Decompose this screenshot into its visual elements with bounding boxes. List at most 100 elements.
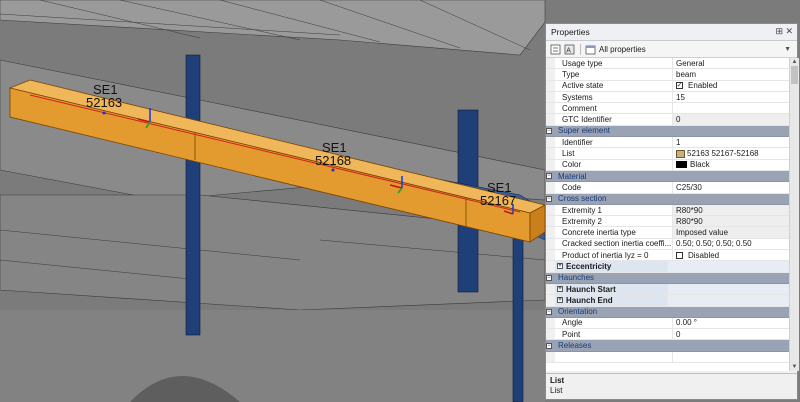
property-value[interactable]: R80*90 <box>673 216 789 227</box>
property-name <box>555 351 673 363</box>
property-value[interactable]: beam <box>673 69 789 79</box>
property-subgroup-row[interactable]: + Haunch End <box>546 295 789 307</box>
properties-panel: Properties ⊞ ✕ A All properties ▼ Usage … <box>545 23 799 400</box>
property-name: + Eccentricity <box>555 261 668 272</box>
collapse-icon[interactable]: − <box>546 195 552 202</box>
property-row[interactable]: Color Black <box>546 159 789 171</box>
property-row[interactable] <box>546 351 789 364</box>
beam-node-2[interactable] <box>331 168 335 172</box>
collapse-icon[interactable]: − <box>546 342 552 349</box>
property-name: Type <box>555 69 673 80</box>
property-group-header[interactable]: − Cross section <box>546 193 789 205</box>
property-value-text: General <box>676 58 705 68</box>
collapse-icon[interactable]: − <box>546 173 552 180</box>
property-row[interactable]: Active state ✓ Enabled <box>546 80 789 92</box>
chevron-down-icon[interactable]: ▼ <box>784 46 791 53</box>
checkbox-unchecked-icon[interactable] <box>676 251 683 259</box>
color-swatch <box>676 161 687 169</box>
property-row[interactable]: GTC Identifier 0 <box>546 114 789 126</box>
property-group-header[interactable]: − Haunches <box>546 272 789 284</box>
property-name: Angle <box>555 317 673 329</box>
property-group-header[interactable]: − Orientation <box>546 306 789 318</box>
collapse-icon[interactable]: − <box>546 308 552 315</box>
property-group-header[interactable]: − Releases <box>546 340 789 352</box>
expand-icon[interactable]: + <box>557 263 563 270</box>
group-title: Cross section <box>558 194 607 204</box>
property-value[interactable] <box>673 103 789 113</box>
description-pane: List List <box>546 373 797 399</box>
property-subgroup-row[interactable]: + Eccentricity <box>546 261 789 273</box>
property-row[interactable]: Product of inertia Iyz = 0 Disabled <box>546 250 789 262</box>
group-title: Orientation <box>558 307 598 317</box>
property-grid-scrollbar[interactable]: ▲ ▼ <box>789 58 799 371</box>
alphabetical-view-icon[interactable]: A <box>564 44 575 55</box>
pin-icon[interactable]: ⊞ <box>775 26 783 37</box>
property-group-header[interactable]: − Super element <box>546 125 789 138</box>
beam-node-1[interactable] <box>102 111 106 115</box>
column-1[interactable] <box>185 54 201 336</box>
list-icon[interactable] <box>676 149 685 158</box>
property-name: Code <box>555 182 673 193</box>
property-value[interactable]: Black <box>673 160 789 170</box>
panel-title-bar[interactable]: Properties ⊞ ✕ <box>546 24 797 41</box>
filter-value: All properties <box>599 44 646 54</box>
property-value[interactable]: 0.00 ° <box>673 318 789 328</box>
categorized-view-icon[interactable] <box>550 44 561 55</box>
column-3[interactable] <box>512 229 524 402</box>
property-row[interactable]: Cracked section inertia coeffi... 0.50; 0… <box>546 238 789 251</box>
property-value[interactable]: 0 <box>673 329 789 339</box>
collapse-icon[interactable]: − <box>546 274 552 281</box>
property-value[interactable]: 0 <box>673 114 789 125</box>
property-value-text: 52163 52167-52168 <box>687 149 759 159</box>
property-row[interactable]: Extremity 2 R80*90 <box>546 216 789 228</box>
property-row[interactable]: Identifier 1 <box>546 137 789 149</box>
property-value-text: Disabled <box>688 250 720 260</box>
property-group-header[interactable]: − Material <box>546 170 789 183</box>
property-row[interactable]: Usage type General <box>546 58 789 70</box>
property-name: Point <box>555 329 673 340</box>
property-value[interactable]: 52163 52167-52168 <box>673 148 789 158</box>
description-title: List <box>550 376 565 385</box>
property-row[interactable]: Systems 15 <box>546 91 789 104</box>
checkbox-checked-icon[interactable]: ✓ <box>676 82 683 90</box>
expand-icon[interactable]: + <box>557 297 563 304</box>
property-subgroup-row[interactable]: + Haunch Start <box>546 283 789 296</box>
property-value[interactable]: ✓ Enabled <box>673 81 789 91</box>
property-row[interactable]: List 52163 52167-52168 <box>546 148 789 160</box>
property-value[interactable] <box>668 295 789 306</box>
property-value[interactable] <box>668 261 789 272</box>
property-value-text: R80*90 <box>676 205 703 215</box>
property-row[interactable]: Type beam <box>546 69 789 81</box>
property-value[interactable]: 0.50; 0.50; 0.50; 0.50 <box>673 239 789 249</box>
property-name: Systems <box>555 91 673 103</box>
scroll-thumb[interactable] <box>791 66 798 84</box>
scroll-up-arrow-icon[interactable]: ▲ <box>790 58 799 66</box>
group-title: Releases <box>558 341 592 351</box>
property-row[interactable]: Angle 0.00 ° <box>546 317 789 330</box>
expand-icon[interactable]: + <box>557 286 563 293</box>
svg-text:A: A <box>566 47 571 54</box>
property-value[interactable] <box>673 352 789 362</box>
property-value-text: C25/30 <box>676 182 702 192</box>
property-value[interactable]: 1 <box>673 137 789 147</box>
property-value[interactable]: Disabled <box>673 250 789 260</box>
scroll-down-arrow-icon[interactable]: ▼ <box>790 363 799 371</box>
property-value[interactable]: R80*90 <box>673 204 789 216</box>
property-value[interactable] <box>668 283 789 295</box>
property-value-text: 15 <box>676 92 685 102</box>
subgroup-title: Haunch End <box>566 295 613 305</box>
property-value[interactable]: General <box>673 58 789 68</box>
group-title: Material <box>558 171 587 181</box>
label-3-id: 52167 <box>480 193 516 208</box>
property-row[interactable]: Comment <box>546 103 789 115</box>
property-value[interactable]: C25/30 <box>673 182 789 192</box>
property-row[interactable]: Point 0 <box>546 329 789 341</box>
property-value[interactable]: Imposed value <box>673 227 789 238</box>
close-icon[interactable]: ✕ <box>785 26 793 37</box>
property-value[interactable]: 15 <box>673 92 789 102</box>
property-row[interactable]: Concrete inertia type Imposed value <box>546 227 789 239</box>
property-row[interactable]: Code C25/30 <box>546 182 789 194</box>
property-row[interactable]: Extremity 1 R80*90 <box>546 204 789 217</box>
collapse-icon[interactable]: − <box>546 127 552 134</box>
properties-filter-dropdown[interactable]: All properties ▼ <box>599 43 793 55</box>
